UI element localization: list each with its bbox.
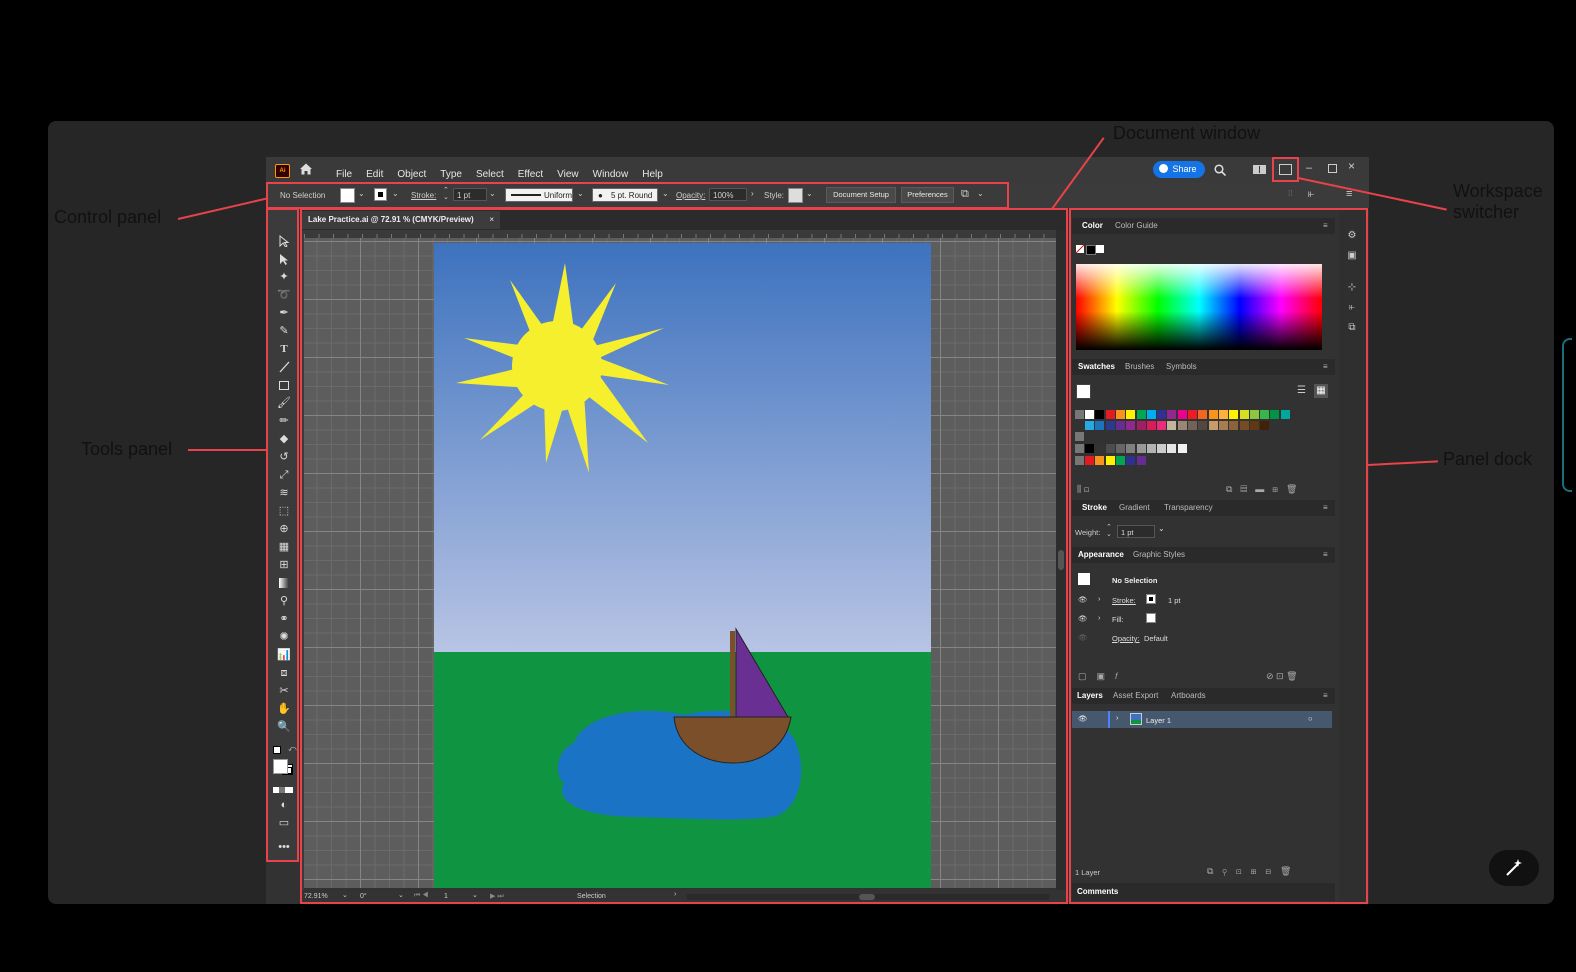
menu-file[interactable]: File: [336, 169, 352, 180]
menu-type[interactable]: Type: [440, 169, 462, 180]
menu-view[interactable]: View: [557, 169, 579, 180]
search-icon[interactable]: [1214, 163, 1227, 181]
menu-help[interactable]: Help: [642, 169, 663, 180]
magic-wand-icon: [1506, 859, 1522, 876]
menu-window[interactable]: Window: [593, 169, 629, 180]
user-icon: [1159, 164, 1168, 173]
transform-icon[interactable]: ⁞⁞: [1288, 189, 1292, 198]
panel-dock-highlight: [1069, 208, 1368, 904]
close-icon[interactable]: ×: [1348, 159, 1355, 173]
magic-edit-button[interactable]: [1489, 850, 1539, 886]
edge-tab: [1562, 338, 1572, 492]
callout-tools-panel: Tools panel: [81, 439, 173, 459]
workspace-switcher-highlight: [1272, 157, 1299, 182]
menu-bar: Ai File Edit Object Type Select Effect View Win…: [266, 157, 1369, 183]
home-icon[interactable]: [299, 162, 313, 181]
callout-document-window: Document window: [1113, 123, 1261, 143]
maximize-icon[interactable]: [1328, 164, 1337, 173]
callout-control-panel: Control panel: [54, 207, 162, 227]
callout-panel-dock: Panel dock: [1443, 449, 1533, 469]
callout-workspace-switcher: Workspace switcher: [1453, 181, 1543, 222]
main-menu: File Edit Object Type Select Effect View Window…: [336, 164, 677, 182]
share-button[interactable]: Share: [1153, 161, 1205, 178]
align-icon[interactable]: ⫦: [1308, 188, 1314, 201]
document-window-highlight: [300, 208, 1068, 904]
menu-edit[interactable]: Edit: [366, 169, 383, 180]
menu-object[interactable]: Object: [397, 169, 426, 180]
menu-effect[interactable]: Effect: [518, 169, 543, 180]
arrange-documents-icon[interactable]: [1253, 165, 1266, 174]
callout-line: [188, 449, 268, 451]
control-panel-highlight: [266, 182, 1009, 209]
minimize-icon[interactable]: –: [1306, 162, 1312, 174]
menu-select[interactable]: Select: [476, 169, 504, 180]
share-label: Share: [1172, 164, 1197, 174]
app-logo: Ai: [275, 164, 290, 178]
tools-panel-highlight: [266, 208, 299, 862]
